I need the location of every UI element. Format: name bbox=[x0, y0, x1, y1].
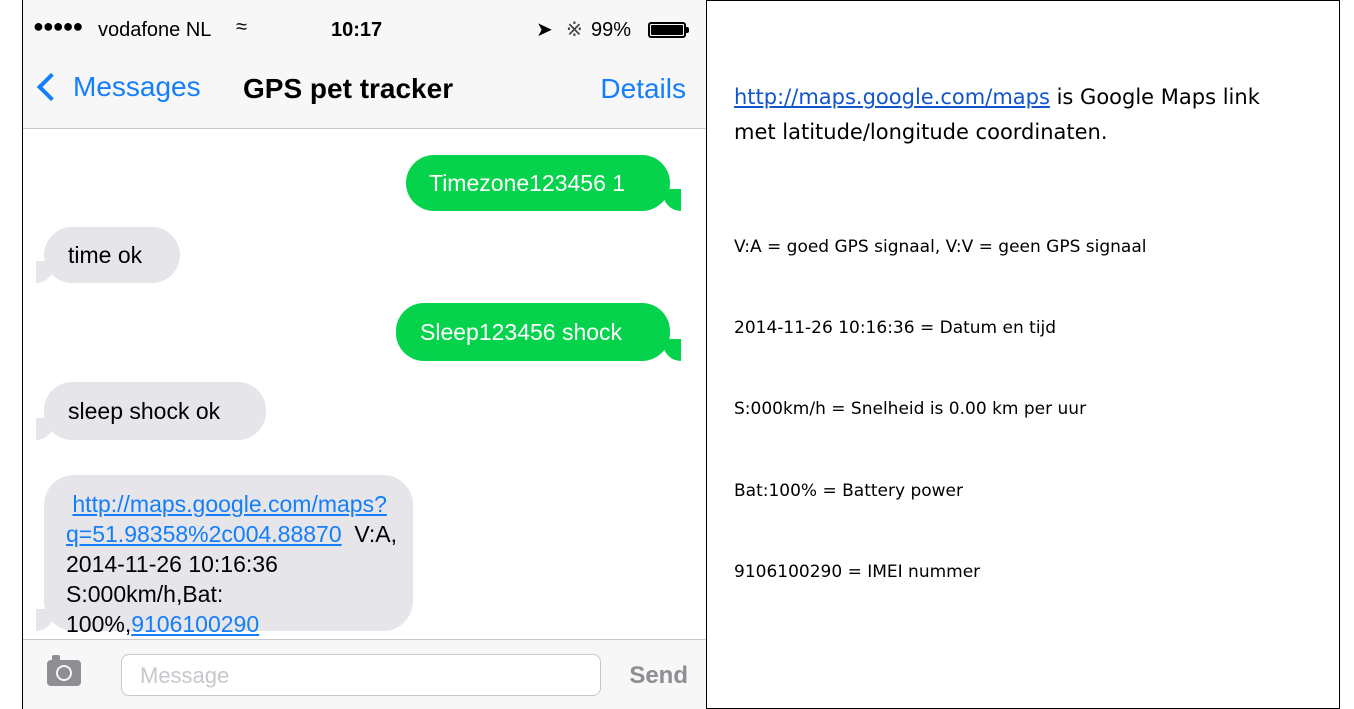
conversation-title: GPS pet tracker bbox=[243, 73, 454, 104]
camera-icon[interactable] bbox=[47, 655, 81, 686]
carrier-name: vodafone NL bbox=[98, 19, 212, 41]
message-text: time ok bbox=[68, 242, 143, 268]
explanation-gps-signal: V:A = goed GPS signaal, V:V = geen GPS s… bbox=[734, 237, 1147, 257]
bubble-tail bbox=[36, 261, 54, 283]
navigation-bar: Messages GPS pet tracker Details bbox=[23, 66, 706, 116]
top-bar: ●●●●● vodafone NL ≈ 10:17 ➤ ※ 99% Messag… bbox=[23, 0, 706, 129]
intro-paragraph: http://maps.google.com/maps is Google Ma… bbox=[734, 80, 1334, 150]
phone-screenshot: ●●●●● vodafone NL ≈ 10:17 ➤ ※ 99% Messag… bbox=[23, 0, 706, 709]
intro-text: is Google Maps link bbox=[1049, 85, 1260, 109]
message-text: sleep shock ok bbox=[68, 398, 221, 424]
chevron-left-icon bbox=[36, 72, 66, 102]
wifi-icon: ≈ bbox=[236, 16, 247, 38]
message-thread[interactable]: Timezone123456 1 time ok Sleep123456 sho… bbox=[23, 129, 706, 639]
received-location-message: http://maps.google.com/maps? q=51.98358%… bbox=[44, 475, 413, 637]
bubble-tail bbox=[663, 189, 681, 211]
battery-icon bbox=[648, 22, 689, 38]
status-time: 10:17 bbox=[331, 19, 383, 41]
battery-percentage: 99% bbox=[591, 19, 632, 41]
received-message: time ok bbox=[44, 227, 180, 283]
explanation-battery: Bat:100% = Battery power bbox=[734, 481, 963, 501]
back-button[interactable]: Messages bbox=[33, 71, 201, 103]
sent-message: Sleep123456 shock bbox=[396, 303, 670, 361]
message-input[interactable]: Message bbox=[121, 654, 601, 696]
sent-message: Timezone123456 1 bbox=[406, 155, 670, 211]
maps-link[interactable]: http://maps.google.com/maps? bbox=[72, 491, 387, 517]
message-text: Sleep123456 shock bbox=[420, 319, 623, 345]
column-divider bbox=[706, 0, 707, 709]
input-bar: Message Send bbox=[23, 639, 706, 709]
details-button[interactable]: Details bbox=[600, 73, 686, 105]
location-arrow-icon: ➤ bbox=[536, 19, 553, 41]
signal-strength-icon: ●●●●● bbox=[33, 16, 83, 36]
message-text: Timezone123456 1 bbox=[429, 170, 626, 196]
back-button-label: Messages bbox=[73, 71, 201, 102]
bubble-tail bbox=[663, 339, 681, 361]
status-bar: ●●●●● vodafone NL ≈ 10:17 ➤ ※ 99% bbox=[23, 14, 706, 44]
datetime-speed-text: 2014-11-26 10:16:36 S:000km/h,Bat: bbox=[66, 551, 278, 607]
imei-link[interactable]: 9106100290 bbox=[131, 611, 259, 637]
bubble-tail bbox=[36, 609, 54, 631]
send-button[interactable]: Send bbox=[629, 662, 688, 690]
explanation-datetime: 2014-11-26 10:16:36 = Datum en tijd bbox=[734, 318, 1057, 338]
received-message: sleep shock ok bbox=[44, 382, 266, 440]
bubble-tail bbox=[36, 418, 54, 440]
explanation-imei: 9106100290 = IMEI nummer bbox=[734, 562, 981, 582]
bluetooth-icon: ※ bbox=[566, 19, 583, 41]
battery-text: 100%, bbox=[66, 611, 132, 637]
intro-text-continued: met latitude/longitude coordinaten. bbox=[734, 120, 1108, 144]
gps-status-text: V:A, bbox=[341, 521, 398, 547]
google-maps-link[interactable]: http://maps.google.com/maps bbox=[734, 85, 1050, 109]
explanation-speed: S:000km/h = Snelheid is 0.00 km per uur bbox=[734, 399, 1087, 419]
maps-link-query[interactable]: q=51.98358%2c004.88870 bbox=[66, 521, 342, 547]
